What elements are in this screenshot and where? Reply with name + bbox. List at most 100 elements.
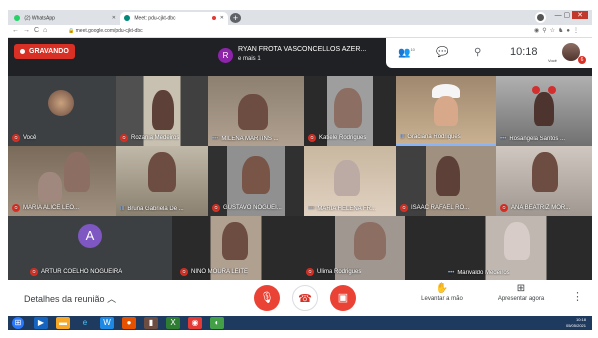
more-options-icon[interactable]: ••• <box>308 206 314 212</box>
media-icon[interactable]: ▶ <box>34 317 48 329</box>
recording-indicator[interactable]: GRAVANDO <box>14 44 75 59</box>
activities-icon[interactable]: ⚲ <box>474 47 481 58</box>
mic-off-icon: ⦸ <box>12 134 20 142</box>
participant-tile[interactable]: ⦸ Você <box>8 76 116 146</box>
participant-tile[interactable]: ⦸ Katiele Rodrigues <box>304 76 396 146</box>
more-options-icon[interactable]: ••• <box>212 136 218 142</box>
mic-toggle-button[interactable]: 🎙 <box>254 285 280 311</box>
participant-name: MARIA ALICE LEO... <box>23 205 80 211</box>
speaking-indicator-icon: ıll <box>120 206 125 212</box>
participant-name: Ulima Rodrigues <box>317 269 362 275</box>
more-options-icon[interactable]: ⋮ <box>572 290 583 303</box>
participant-name: Rosangela Santos ... <box>509 136 566 142</box>
start-icon[interactable]: ⊞ <box>12 317 24 329</box>
new-tab-button[interactable]: + <box>230 13 241 23</box>
chat-icon[interactable]: 💬 <box>436 47 448 58</box>
recording-dot-icon <box>212 16 216 20</box>
firefox-icon[interactable]: ● <box>122 317 136 329</box>
present-now-button[interactable]: ⊞ Apresentar agora <box>488 283 554 302</box>
camera-off-icon: ▣ <box>337 292 349 304</box>
app-icon[interactable]: ▮ <box>144 317 158 329</box>
more-options-icon[interactable]: ••• <box>500 136 506 142</box>
mic-off-icon: ⦸ <box>500 204 508 212</box>
participant-tile[interactable]: ıll Graciana Rodrigues <box>396 76 496 146</box>
mic-off-icon: ⦸ <box>306 268 314 276</box>
participant-tile[interactable]: ••• Rosangela Santos ... <box>496 76 592 146</box>
leave-call-button[interactable]: ☎ <box>292 285 318 311</box>
participant-name: ARTUR COELHO NOGUEIRA <box>41 269 123 275</box>
whatsapp-icon <box>14 15 20 21</box>
participant-tile[interactable]: ••• MARIA HELENA FR... <box>304 146 396 216</box>
mic-off-icon: ⦸ <box>308 134 316 142</box>
participant-name: GUSTAVO NOGUEI... <box>223 205 282 211</box>
meet-app-icon[interactable]: ◐ <box>210 317 224 329</box>
meeting-details-button[interactable]: Detalhes da reunião ︿ <box>24 292 116 305</box>
address-bar: ←→C⌂ 🔒 meet.google.com/pdu-cjkt-dbc ◉⚲☆♞… <box>8 25 592 38</box>
participant-tile[interactable]: ⦸ GUSTAVO NOGUEI... <box>208 146 304 216</box>
participant-tile[interactable]: ⦸ NINO MOURA LEITE <box>172 216 300 280</box>
url-field[interactable]: 🔒 meet.google.com/pdu-cjkt-dbc <box>68 28 143 34</box>
window-controls[interactable]: — ▢ ✕ <box>555 11 588 19</box>
taskbar: ⊞ ▶ ▬ e W ● ▮ X ◉ ◐ 10:18 05/05/2021 <box>8 316 592 330</box>
speaking-indicator-icon: ıll <box>400 134 405 140</box>
mic-off-icon: ⦸ <box>12 204 20 212</box>
participant-name: Katiele Rodrigues <box>319 135 367 141</box>
extension-icons[interactable]: ◉⚲☆♞●⋮ <box>534 27 582 34</box>
chrome-icon[interactable]: ◉ <box>188 317 202 329</box>
participant-name: Marivaldo Medeiros <box>457 270 510 276</box>
people-icon[interactable]: 👥10 <box>398 47 415 58</box>
participant-name: MILENA MARTINS ... <box>221 136 279 142</box>
presenter-name: RYAN FROTA VASCONCELLOS AZER... <box>238 46 367 53</box>
participant-name: Bruna Gabriela De ... <box>127 206 184 212</box>
participant-name: MARIA HELENA FR... <box>317 206 376 212</box>
meeting-clock: 10:18 <box>510 46 538 58</box>
nav-buttons[interactable]: ←→C⌂ <box>12 27 51 34</box>
tab-whatsapp[interactable]: (2) WhatsApp ✕ <box>10 12 120 25</box>
avatar: A <box>78 224 102 248</box>
tab-title: (2) WhatsApp <box>24 15 55 22</box>
folder-icon[interactable]: ▬ <box>56 317 70 329</box>
system-tray[interactable]: 10:18 05/05/2021 <box>566 317 586 329</box>
phone-hangup-icon: ☎ <box>298 293 312 305</box>
self-label: Você <box>548 58 557 63</box>
participant-name: ISAAC RAFAEL RO... <box>411 205 470 211</box>
excel-icon[interactable]: X <box>166 317 180 329</box>
raise-hand-button[interactable]: ✋ Levantar a mão <box>412 283 472 302</box>
mic-off-icon: ⦸ <box>180 268 188 276</box>
more-options-icon[interactable]: ••• <box>448 270 454 276</box>
mic-off-icon: 🎙 <box>260 292 274 304</box>
mic-off-icon: ⦸ <box>30 268 38 276</box>
mic-off-icon: ⦸ <box>120 134 128 142</box>
chevron-up-icon: ︿ <box>107 294 117 304</box>
tab-meet[interactable]: Meet: pdu-cjkt-dbc ✕ <box>120 12 228 25</box>
present-icon: ⊞ <box>516 283 526 294</box>
hand-icon: ✋ <box>435 283 449 294</box>
presenter-more: e mais 1 <box>238 56 261 62</box>
participant-tile[interactable]: ••• MILENA MARTINS ... <box>208 76 304 146</box>
participant-tile[interactable]: ⦸ Ulima Rodrigues <box>300 216 440 280</box>
participant-name: Você <box>23 135 37 141</box>
participant-name: ANA BEATRIZ MOR... <box>511 205 571 211</box>
meet-stage: ⦸ Você ⦸ Rozania Medeiros ••• MILENA MARTIN… <box>8 38 592 280</box>
participant-tile[interactable]: ⦸ Rozania Medeiros <box>116 76 208 146</box>
record-icon <box>20 48 25 54</box>
participant-tile[interactable]: ıll Bruna Gabriela De ... <box>116 146 208 216</box>
close-tab-icon[interactable]: ✕ <box>112 15 116 21</box>
ie-icon[interactable]: e <box>78 317 92 329</box>
participant-tile[interactable]: ••• Marivaldo Medeiros <box>440 216 592 280</box>
participant-name: NINO MOURA LEITE <box>191 269 249 275</box>
participant-tile[interactable]: A ⦸ ARTUR COELHO NOGUEIRA <box>8 216 172 280</box>
screen: (2) WhatsApp ✕ Meet: pdu-cjkt-dbc ✕ + — … <box>8 10 592 330</box>
word-icon[interactable]: W <box>100 317 114 329</box>
profile-avatar[interactable] <box>535 12 546 23</box>
close-tab-icon[interactable]: ✕ <box>220 15 224 21</box>
avatar: R <box>218 48 233 63</box>
avatar <box>48 90 74 116</box>
participant-tile[interactable]: ⦸ MARIA ALICE LEO... <box>8 146 116 216</box>
close-window-icon[interactable]: ✕ <box>572 11 588 19</box>
participant-name: Graciana Rodrigues <box>407 134 461 140</box>
participant-tile[interactable]: ⦸ ANA BEATRIZ MOR... <box>496 146 592 216</box>
camera-toggle-button[interactable]: ▣ <box>330 285 356 311</box>
participant-tile[interactable]: ⦸ ISAAC RAFAEL RO... <box>396 146 496 216</box>
top-right-panel: 👥10 💬 ⚲ 10:18 Você 6 <box>386 38 592 68</box>
